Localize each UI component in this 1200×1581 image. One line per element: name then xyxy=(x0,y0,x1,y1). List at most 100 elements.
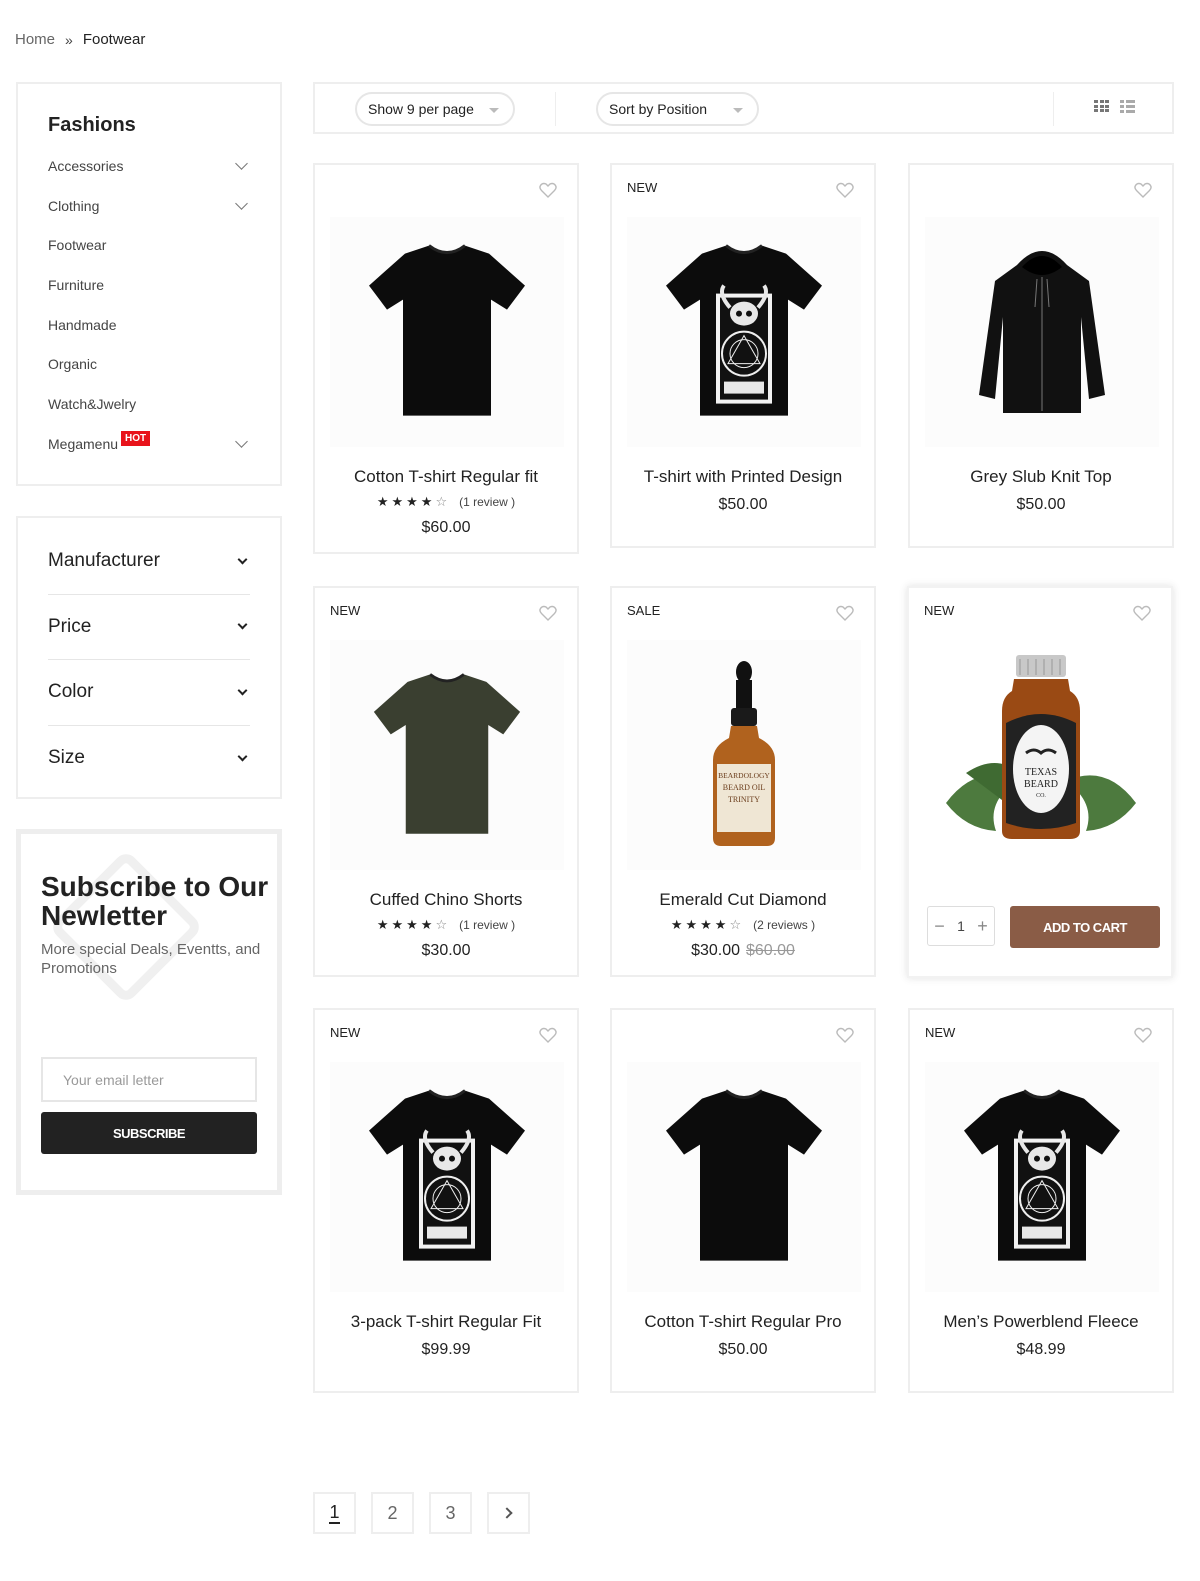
chevron-down-icon[interactable] xyxy=(235,157,248,171)
current-price: $50.00 xyxy=(718,496,768,513)
category-label: Handmade xyxy=(48,316,117,333)
filter-toggle[interactable]: Manufacturer xyxy=(48,529,250,595)
product-price: $50.00 xyxy=(612,1341,874,1359)
list-view-icon[interactable] xyxy=(1120,100,1135,113)
minus-icon[interactable]: − xyxy=(934,916,945,937)
product-card[interactable]: NEW T-shirt with Printed Design $50.00 xyxy=(610,163,876,548)
page-3-button[interactable]: 3 xyxy=(429,1492,472,1534)
hot-badge: HOT xyxy=(121,431,151,447)
per-page-select[interactable]: Show 9 per page xyxy=(355,92,515,126)
current-price: $48.99 xyxy=(1016,1341,1066,1358)
category-item[interactable]: Clothing xyxy=(48,186,250,226)
page-number: 3 xyxy=(445,1502,456,1523)
category-item[interactable]: Watch&Jwelry xyxy=(48,384,250,424)
next-page-button[interactable] xyxy=(487,1492,530,1534)
product-price: $48.99 xyxy=(910,1341,1172,1359)
add-to-cart-button[interactable]: ADD TO CART xyxy=(1010,906,1160,948)
product-name[interactable]: Grey Slub Knit Top xyxy=(910,467,1172,487)
grid-view-icon[interactable] xyxy=(1094,100,1109,113)
dropper-label-line3: TRINITY xyxy=(728,795,760,804)
review-count[interactable]: (1 review ) xyxy=(459,495,515,509)
category-item[interactable]: Megamenu HOT xyxy=(48,424,250,464)
product-name[interactable]: Cuffed Chino Shorts xyxy=(315,890,577,910)
wishlist-heart-icon[interactable] xyxy=(539,182,557,198)
wishlist-heart-icon[interactable] xyxy=(539,605,557,621)
product-image-dropper-bottle[interactable]: BEARDOLOGY BEARD OIL TRINITY xyxy=(627,640,861,870)
current-price: $30.00 xyxy=(421,942,471,959)
product-name[interactable]: T-shirt with Printed Design xyxy=(612,467,874,487)
wishlist-heart-icon[interactable] xyxy=(836,182,854,198)
product-card[interactable]: Cotton T-shirt Regular Pro $50.00 xyxy=(610,1008,876,1393)
product-rating: ★★★★☆ (1 review ) xyxy=(315,917,577,933)
product-price: $30.00 xyxy=(315,942,577,960)
category-item-label-wrap: Megamenu HOT xyxy=(48,431,151,452)
product-card[interactable]: NEW TEXAS BEARD CO. −1 + ADD TO CART xyxy=(907,586,1173,978)
plus-icon[interactable]: + xyxy=(977,916,988,937)
product-image-olive-tshirt[interactable] xyxy=(330,640,564,870)
product-badge: SALE xyxy=(627,603,661,618)
filter-toggle[interactable]: Size xyxy=(48,726,250,792)
product-name[interactable]: Cotton T-shirt Regular Pro xyxy=(612,1312,874,1332)
chevron-down-icon[interactable] xyxy=(235,197,248,210)
wishlist-heart-icon[interactable] xyxy=(836,605,854,621)
product-badge: NEW xyxy=(330,1025,361,1040)
breadcrumb-current: Footwear xyxy=(82,31,146,48)
wishlist-heart-icon[interactable] xyxy=(836,1027,854,1043)
category-item[interactable]: Handmade xyxy=(48,305,250,345)
product-card[interactable]: SALE BEARDOLOGY BEARD OIL TRINITY Emerald Cu… xyxy=(610,586,876,977)
wishlist-heart-icon[interactable] xyxy=(539,1027,557,1043)
filter-label: Price xyxy=(48,615,92,637)
product-name[interactable]: Men’s Powerblend Fleece xyxy=(910,1312,1172,1332)
product-price: $50.00 xyxy=(612,496,874,514)
review-count[interactable]: (1 review ) xyxy=(459,918,515,932)
newsletter-email-input[interactable] xyxy=(41,1057,257,1102)
product-image-black-tshirt[interactable] xyxy=(627,1062,861,1292)
product-price: $60.00 xyxy=(315,519,577,537)
category-item-label-wrap: Footwear xyxy=(48,237,106,253)
category-item[interactable]: Accessories xyxy=(48,146,250,186)
review-count[interactable]: (2 reviews ) xyxy=(753,918,815,932)
page-1-button[interactable]: 1 xyxy=(313,1492,356,1534)
category-item[interactable]: Footwear xyxy=(48,225,250,265)
category-item[interactable]: Furniture xyxy=(48,265,250,305)
product-name[interactable]: 3-pack T-shirt Regular Fit xyxy=(315,1312,577,1332)
breadcrumb-home-link[interactable]: Home xyxy=(15,31,55,48)
product-image-beard-oil-bottle[interactable]: TEXAS BEARD CO. xyxy=(924,628,1158,878)
product-image-printed-tshirt[interactable] xyxy=(925,1062,1159,1292)
category-label: Clothing xyxy=(48,197,100,214)
product-name[interactable]: Emerald Cut Diamond xyxy=(612,890,874,910)
page-2-button[interactable]: 2 xyxy=(371,1492,414,1534)
product-badge: NEW xyxy=(330,603,361,618)
filter-toggle[interactable]: Price xyxy=(48,595,250,660)
category-label: Footwear xyxy=(48,237,107,254)
product-name[interactable]: Cotton T-shirt Regular fit xyxy=(315,467,577,487)
quantity-value[interactable]: 1 xyxy=(957,918,965,934)
product-image-printed-tshirt[interactable] xyxy=(627,217,861,447)
wishlist-heart-icon[interactable] xyxy=(1133,605,1151,621)
product-card[interactable]: NEW 3-pack T-shirt Regular Fit $99.99 xyxy=(313,1008,579,1393)
product-card[interactable]: NEW Men’s Powerblend Fleece $48.99 xyxy=(908,1008,1174,1393)
product-image-black-tshirt[interactable] xyxy=(330,217,564,447)
chevron-down-icon xyxy=(237,554,248,565)
product-badge: NEW xyxy=(627,180,658,195)
wishlist-heart-icon[interactable] xyxy=(1134,1027,1152,1043)
bottle-label-line2: BEARD xyxy=(1024,779,1058,790)
current-price: $99.99 xyxy=(421,1341,471,1358)
subscribe-button[interactable]: SUBSCRIBE xyxy=(41,1112,257,1154)
category-item[interactable]: Organic xyxy=(48,344,250,384)
product-image-black-hoodie[interactable] xyxy=(925,217,1159,447)
filter-label: Manufacturer xyxy=(48,550,160,572)
wishlist-heart-icon[interactable] xyxy=(1134,182,1152,198)
category-label: Organic xyxy=(48,356,98,373)
quantity-stepper[interactable]: −1 + xyxy=(927,906,995,946)
sort-select[interactable]: Sort by Position xyxy=(596,92,759,126)
chevron-down-icon[interactable] xyxy=(235,435,248,449)
product-image-printed-tshirt[interactable] xyxy=(330,1062,564,1292)
product-card[interactable]: Cotton T-shirt Regular fit ★★★★☆ (1 review… xyxy=(313,163,579,554)
product-rating: ★★★★☆ (2 reviews ) xyxy=(612,917,874,933)
product-card[interactable]: Grey Slub Knit Top $50.00 xyxy=(908,163,1174,548)
product-rating: ★★★★☆ (1 review ) xyxy=(315,494,577,510)
filter-toggle[interactable]: Color xyxy=(48,660,250,726)
product-card[interactable]: NEW Cuffed Chino Shorts ★★★★☆ (1 review ) $3… xyxy=(313,586,579,977)
current-price: $50.00 xyxy=(718,1341,768,1358)
